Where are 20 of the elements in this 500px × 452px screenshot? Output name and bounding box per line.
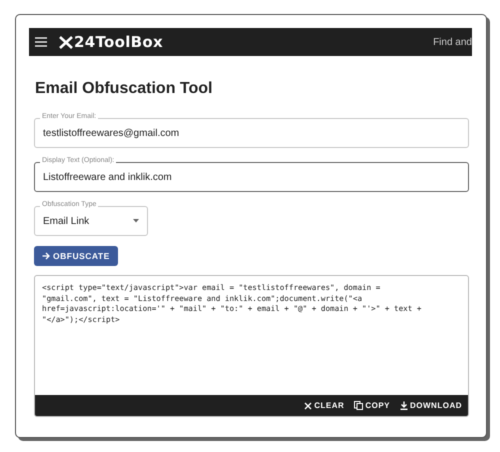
field-value: Listoffreeware and inklik.com xyxy=(43,172,172,182)
caret-icon xyxy=(133,219,139,223)
arrow-icon xyxy=(42,252,50,260)
copy-icon xyxy=(354,401,364,410)
field-value: Email Link xyxy=(43,216,90,226)
page-title: Email Obfuscation Tool xyxy=(35,80,214,98)
site-logo[interactable]: 24ToolBox xyxy=(74,33,163,51)
download-button[interactable]: DOWNLOAD xyxy=(400,401,462,410)
search-hint[interactable]: Find and xyxy=(433,36,472,48)
text-field[interactable]: Listoffreeware and inklik.com xyxy=(34,162,469,192)
x-logo-icon xyxy=(59,36,73,48)
clear-button[interactable]: CLEAR xyxy=(304,401,344,410)
menu-icon[interactable] xyxy=(35,37,47,47)
download-icon xyxy=(400,401,408,410)
field-value: testlistoffreewares@gmail.com xyxy=(43,128,180,138)
copy-button[interactable]: COPY xyxy=(354,401,390,410)
obfuscate-button[interactable]: OBFUSCATE xyxy=(34,246,118,266)
text-field[interactable]: testlistoffreewares@gmail.com xyxy=(34,118,469,148)
output-box[interactable] xyxy=(34,275,469,417)
close-icon xyxy=(304,402,312,410)
